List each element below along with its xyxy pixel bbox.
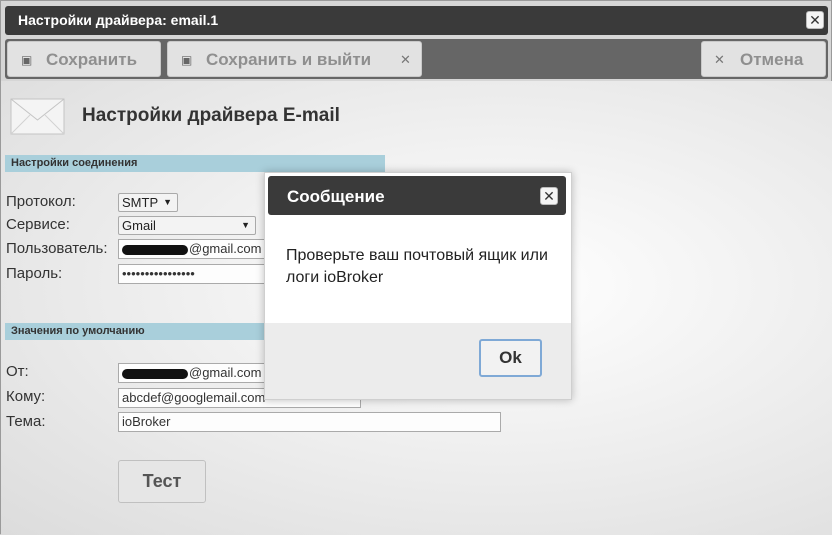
floppy-icon: ▣ <box>181 53 193 67</box>
to-input-value: abcdef@googlemail.com <box>122 390 266 405</box>
test-button[interactable]: Тест <box>118 460 206 503</box>
chevron-down-icon: ▼ <box>163 197 172 207</box>
service-select-value: Gmail <box>122 218 156 233</box>
redaction-mark <box>122 244 188 255</box>
from-label: От: <box>6 363 29 380</box>
subject-input-value: ioBroker <box>122 414 171 429</box>
user-input[interactable]: @gmail.com <box>118 239 268 259</box>
user-input-value: @gmail.com <box>189 241 262 256</box>
close-icon: ✕ <box>543 188 555 204</box>
close-icon: ✕ <box>809 12 821 28</box>
settings-window: Настройки драйвера: email.1 ✕ ▣ Сохранит… <box>0 0 832 535</box>
envelope-icon <box>10 98 65 135</box>
message-dialog: Сообщение ✕ Проверьте ваш почтовый ящик … <box>264 172 572 400</box>
dialog-message: Проверьте ваш почтовый ящик или логи ioB… <box>286 247 548 286</box>
window-close-button[interactable]: ✕ <box>806 11 824 29</box>
redaction-mark <box>122 368 188 379</box>
x-icon: ✕ <box>400 52 411 67</box>
floppy-icon: ▣ <box>21 53 33 67</box>
password-label: Пароль: <box>6 265 63 282</box>
protocol-select-value: SMTP <box>122 195 159 210</box>
x-icon: ✕ <box>714 52 725 67</box>
dialog-title: Сообщение <box>287 187 385 206</box>
from-input-value: @gmail.com <box>189 365 262 380</box>
page-title: Настройки драйвера E-mail <box>82 105 340 126</box>
from-input[interactable]: @gmail.com <box>118 363 268 383</box>
service-label: Сервисе: <box>6 216 70 233</box>
protocol-label: Протокол: <box>6 193 76 210</box>
window-title: Настройки драйвера: email.1 <box>18 12 219 28</box>
window-titlebar: Настройки драйвера: email.1 ✕ <box>5 6 828 35</box>
service-select[interactable]: Gmail ▼ <box>118 216 256 235</box>
cancel-button[interactable]: ✕ Отмена <box>701 41 826 77</box>
section-connection: Настройки соединения <box>5 155 385 172</box>
protocol-select[interactable]: SMTP ▼ <box>118 193 178 212</box>
chevron-down-icon: ▼ <box>241 220 250 230</box>
toolbar: ▣ Сохранить ▣ Сохранить и выйти ✕ ✕ Отме… <box>5 39 828 79</box>
save-button[interactable]: ▣ Сохранить <box>7 41 161 77</box>
to-label: Кому: <box>6 388 46 405</box>
password-input[interactable]: •••••••••••••••• <box>118 264 268 284</box>
dialog-titlebar: Сообщение ✕ <box>268 176 566 215</box>
save-and-exit-button[interactable]: ▣ Сохранить и выйти ✕ <box>167 41 422 77</box>
save-button-label: Сохранить <box>46 50 138 69</box>
subject-input[interactable]: ioBroker <box>118 412 501 432</box>
password-input-value: •••••••••••••••• <box>122 266 195 281</box>
user-label: Пользователь: <box>6 240 108 257</box>
ok-button[interactable]: Ok <box>479 339 542 377</box>
save-and-exit-button-label: Сохранить и выйти <box>206 50 372 69</box>
subject-label: Тема: <box>6 413 46 430</box>
dialog-close-button[interactable]: ✕ <box>540 187 558 205</box>
cancel-button-label: Отмена <box>740 50 804 69</box>
